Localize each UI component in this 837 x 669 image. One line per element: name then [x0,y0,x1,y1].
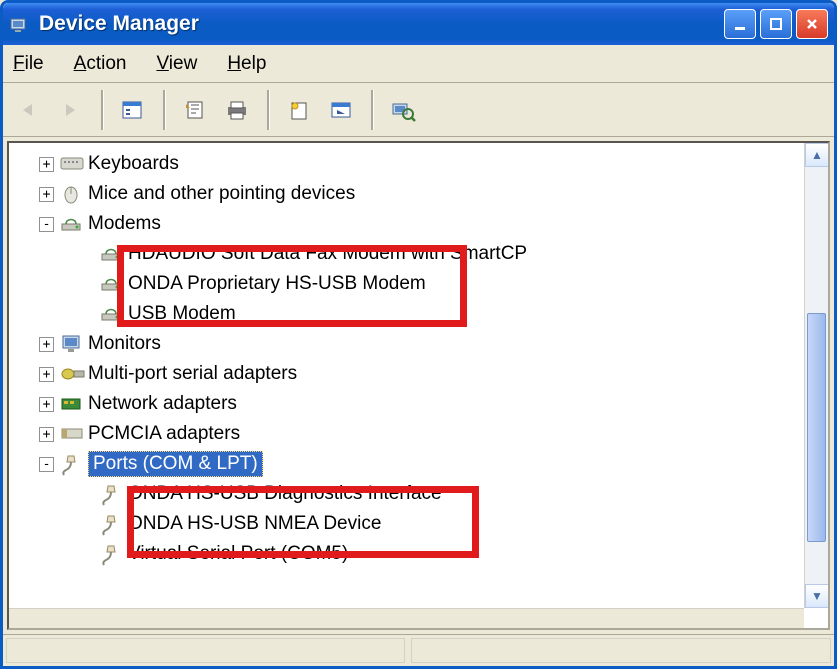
tool-disable-icon[interactable] [323,92,359,128]
tree-item-label: Modems [88,213,161,235]
window-controls [724,9,828,39]
expand-icon[interactable]: + [39,427,54,442]
device-tree-container: + Keyboards + Mice and other pointing devic… [7,141,830,630]
expand-icon[interactable]: + [39,337,54,352]
toolbar-separator [101,90,103,130]
menu-file[interactable]: File [13,53,44,75]
collapse-icon[interactable]: - [39,457,54,472]
monitor-icon [60,334,82,354]
expand-icon[interactable]: + [39,157,54,172]
tool-view-icon[interactable] [115,92,151,128]
tree-item-label: Ports (COM & LPT) [88,451,263,477]
tree-item[interactable]: + Monitors [13,329,824,359]
tree-item-label: Mice and other pointing devices [88,183,355,205]
tree-item[interactable]: +HDAUDIO Soft Data Fax Modem with SmartC… [13,239,824,269]
window-title: Device Manager [39,12,724,36]
modem-icon [100,304,122,324]
multiport-icon [60,364,82,384]
tree-item-label: Monitors [88,333,161,355]
expand-icon[interactable]: + [39,367,54,382]
close-button[interactable] [796,9,828,39]
menu-help[interactable]: Help [227,53,266,75]
keyboard-icon [60,154,82,174]
minimize-button[interactable] [724,9,756,39]
port-icon [100,484,122,504]
vertical-scrollbar[interactable]: ▲ ▼ [804,143,828,608]
toolbar-separator [163,90,165,130]
port-icon [60,454,82,474]
tree-item-label: USB Modem [128,303,236,325]
tool-print-icon[interactable] [219,92,255,128]
nav-forward-button [53,92,89,128]
status-pane [6,638,405,663]
tree-item[interactable]: + Keyboards [13,149,824,179]
tool-properties-icon[interactable] [177,92,213,128]
toolbar-separator [371,90,373,130]
port-icon [100,514,122,534]
scroll-track[interactable] [805,167,828,584]
tree-item[interactable]: + Multi-port serial adapters [13,359,824,389]
expand-icon[interactable]: + [39,397,54,412]
scroll-up-button[interactable]: ▲ [805,143,829,167]
content-area: + Keyboards + Mice and other pointing devic… [3,137,834,634]
tree-item[interactable]: +ONDA HS-USB Diagnostics Interface [13,479,824,509]
modem-icon [100,274,122,294]
tree-item-label: ONDA Proprietary HS-USB Modem [128,273,426,295]
statusbar [3,634,834,666]
app-icon [9,13,31,35]
menu-action[interactable]: Action [74,53,127,75]
collapse-icon[interactable]: - [39,217,54,232]
tree-item[interactable]: + Network adapters [13,389,824,419]
tree-item[interactable]: +Virtual Serial Port (COM5) [13,539,824,569]
tree-item[interactable]: +ONDA Proprietary HS-USB Modem [13,269,824,299]
menubar: File Action View Help [3,45,834,83]
expand-icon[interactable]: + [39,187,54,202]
tree-item-label: PCMCIA adapters [88,423,240,445]
mouse-icon [60,184,82,204]
tree-item[interactable]: - Modems [13,209,824,239]
maximize-button[interactable] [760,9,792,39]
pcmcia-icon [60,424,82,444]
tree-item[interactable]: +ONDA HS-USB NMEA Device [13,509,824,539]
titlebar[interactable]: Device Manager [3,3,834,45]
scroll-down-button[interactable]: ▼ [805,584,829,608]
device-tree[interactable]: + Keyboards + Mice and other pointing devic… [9,143,828,628]
tree-item-label: Virtual Serial Port (COM5) [128,543,348,565]
nav-back-button [11,92,47,128]
tree-item-label: ONDA HS-USB NMEA Device [128,513,381,535]
tree-item-label: Multi-port serial adapters [88,363,297,385]
device-manager-window: Device Manager File Action View Help [0,0,837,669]
tree-item[interactable]: + Mice and other pointing devices [13,179,824,209]
tree-item-label: ONDA HS-USB Diagnostics Interface [128,483,442,505]
toolbar-separator [267,90,269,130]
tree-item-label: Network adapters [88,393,237,415]
tool-scan-hardware-icon[interactable] [385,92,421,128]
tree-item[interactable]: - Ports (COM & LPT) [13,449,824,479]
status-pane [411,638,831,663]
toolbar [3,83,834,137]
modem-icon [60,214,82,234]
tree-item[interactable]: + PCMCIA adapters [13,419,824,449]
network-icon [60,394,82,414]
tree-item[interactable]: +USB Modem [13,299,824,329]
tool-update-driver-icon[interactable] [281,92,317,128]
tree-item-label: Keyboards [88,153,179,175]
modem-icon [100,244,122,264]
scroll-thumb[interactable] [807,313,826,542]
horizontal-scrollbar[interactable] [9,608,804,628]
port-icon [100,544,122,564]
menu-view[interactable]: View [156,53,197,75]
tree-item-label: HDAUDIO Soft Data Fax Modem with SmartCP [128,243,527,265]
